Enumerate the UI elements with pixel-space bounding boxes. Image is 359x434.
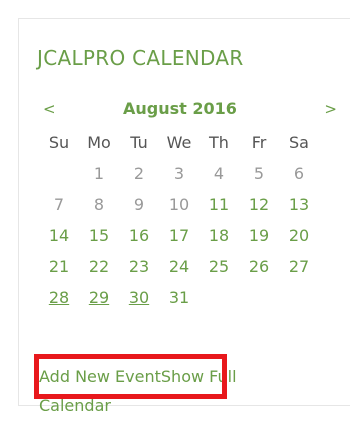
calendar-day-link[interactable]: 28 [39, 282, 79, 313]
month-title: August 2016 [123, 99, 237, 118]
calendar-day-link[interactable]: 26 [239, 251, 279, 282]
weekday-header-row: Su Mo Tu We Th Fr Sa [39, 127, 319, 158]
day-number[interactable]: 14 [49, 226, 69, 245]
day-number[interactable]: 30 [129, 288, 149, 307]
calendar-day-link[interactable]: 27 [279, 251, 319, 282]
day-number[interactable]: 26 [249, 257, 269, 276]
day-number[interactable]: 23 [129, 257, 149, 276]
weekday-th: Th [209, 133, 229, 152]
calendar-day-link[interactable]: 17 [159, 220, 199, 251]
calendar-navigation: < August 2016 > [39, 97, 337, 121]
calendar-day: 7 [53, 195, 65, 214]
calendar-day-empty [279, 282, 319, 313]
day-number[interactable]: 19 [249, 226, 269, 245]
day-number[interactable]: 18 [209, 226, 229, 245]
calendar-day-link[interactable]: 23 [119, 251, 159, 282]
weekday-fr: Fr [251, 133, 267, 152]
show-full-label[interactable]: Show Full [161, 367, 237, 386]
day-number[interactable]: 13 [289, 195, 309, 214]
calendar-day-empty [39, 158, 79, 189]
calendar-day-link[interactable]: 30 [119, 282, 159, 313]
prev-month-link[interactable]: < [43, 97, 56, 121]
calendar-day-link[interactable]: 22 [79, 251, 119, 282]
widget-title: JCALPRO CALENDAR [37, 46, 244, 70]
calendar-day-link[interactable]: 21 [39, 251, 79, 282]
calendar-day-empty [239, 282, 279, 313]
calendar-day-link[interactable]: 15 [79, 220, 119, 251]
calendar-day-empty [199, 282, 239, 313]
day-number[interactable]: 20 [289, 226, 309, 245]
day-number[interactable]: 29 [89, 288, 109, 307]
day-number[interactable]: 25 [209, 257, 229, 276]
day-number[interactable]: 16 [129, 226, 149, 245]
day-number[interactable]: 11 [209, 195, 229, 214]
day-number[interactable]: 12 [249, 195, 269, 214]
calendar-day: 4 [213, 164, 225, 183]
weekday-we: We [166, 133, 192, 152]
calendar-day-link[interactable]: 11 [199, 189, 239, 220]
add-new-event-link[interactable]: Add New Event [39, 367, 161, 386]
calendar-day-link[interactable]: 12 [239, 189, 279, 220]
day-number[interactable]: 31 [169, 288, 189, 307]
calendar-day-link[interactable]: 25 [199, 251, 239, 282]
calendar-day: 10 [168, 195, 190, 214]
day-number[interactable]: 27 [289, 257, 309, 276]
calendar-day: 3 [173, 164, 185, 183]
calendar-grid: Su Mo Tu We Th Fr Sa 1 2 3 4 5 6 7 8 9 1… [39, 127, 319, 313]
calendar-day: 9 [133, 195, 145, 214]
week-row: 28 29 30 31 [39, 282, 319, 313]
calendar-day-link[interactable]: 24 [159, 251, 199, 282]
calendar-day-link[interactable]: 20 [279, 220, 319, 251]
calendar-widget: JCALPRO CALENDAR < August 2016 > Su Mo T… [18, 18, 350, 415]
week-row: 21 22 23 24 25 26 27 [39, 251, 319, 282]
next-month-link[interactable]: > [324, 97, 337, 121]
calendar-day-link[interactable]: 13 [279, 189, 319, 220]
week-row: 14 15 16 17 18 19 20 [39, 220, 319, 251]
calendar-day-link[interactable]: 29 [79, 282, 119, 313]
weekday-mo: Mo [87, 133, 111, 152]
calendar-links: Add New EventShow Full Calendar [39, 362, 339, 420]
day-number[interactable]: 15 [89, 226, 109, 245]
weekday-sa: Sa [289, 133, 309, 152]
calendar-day: 5 [253, 164, 265, 183]
day-number[interactable]: 28 [49, 288, 69, 307]
calendar-day: 2 [133, 164, 145, 183]
day-number[interactable]: 17 [169, 226, 189, 245]
day-number[interactable]: 21 [49, 257, 69, 276]
weekday-su: Su [48, 133, 70, 152]
day-number[interactable]: 24 [169, 257, 189, 276]
show-full-label-cont[interactable]: Calendar [39, 396, 111, 415]
calendar-day-link[interactable]: 18 [199, 220, 239, 251]
weekday-tu: Tu [130, 133, 148, 152]
calendar-day-link[interactable]: 16 [119, 220, 159, 251]
week-row: 1 2 3 4 5 6 [39, 158, 319, 189]
week-row: 7 8 9 10 11 12 13 [39, 189, 319, 220]
calendar-day: 6 [293, 164, 305, 183]
calendar-day-link[interactable]: 14 [39, 220, 79, 251]
calendar-day-link[interactable]: 31 [159, 282, 199, 313]
calendar-day: 8 [93, 195, 105, 214]
calendar-day-link[interactable]: 19 [239, 220, 279, 251]
day-number[interactable]: 22 [89, 257, 109, 276]
calendar-day: 1 [93, 164, 105, 183]
